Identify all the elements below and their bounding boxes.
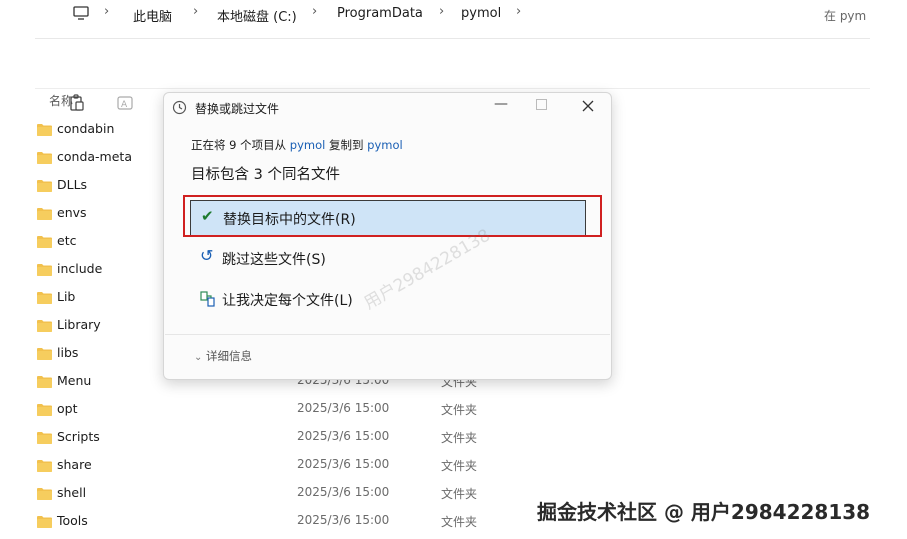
file-row[interactable]: opt 2025/3/6 15:00 文件夹 [35, 397, 635, 425]
folder-icon [37, 376, 52, 388]
destination-link[interactable]: pymol [367, 138, 403, 152]
folder-icon [37, 432, 52, 444]
file-date: 2025/3/6 15:00 [297, 401, 390, 415]
highlight-box [183, 195, 602, 237]
file-name: Menu [57, 373, 92, 388]
file-row[interactable]: share 2025/3/6 15:00 文件夹 [35, 453, 635, 481]
file-type: 文件夹 [441, 487, 478, 501]
file-name: share [57, 457, 92, 472]
dialog-divider [165, 334, 610, 335]
minimize-button[interactable]: — [494, 96, 508, 112]
file-name: shell [57, 485, 87, 500]
file-name: include [57, 261, 103, 276]
close-icon[interactable] [582, 100, 594, 112]
file-type: 文件夹 [441, 515, 478, 529]
dialog-heading: 目标包含 3 个同名文件 [191, 167, 340, 183]
file-type: 文件夹 [441, 431, 478, 445]
file-name: libs [57, 345, 79, 360]
folder-icon [37, 404, 52, 416]
info-prefix: 正在将 9 个项目从 [191, 138, 290, 152]
folder-icon [37, 292, 52, 304]
more-details-toggle[interactable]: ⌄ 详细信息 [194, 348, 252, 364]
file-name: Scripts [57, 429, 100, 444]
file-date: 2025/3/6 15:00 [297, 485, 390, 499]
file-name: DLLs [57, 177, 88, 192]
details-label: 详细信息 [206, 349, 253, 363]
file-name: Tools [57, 513, 88, 528]
file-date: 2025/3/6 15:00 [297, 457, 390, 471]
decide-option-label: 让我决定每个文件(L) [222, 293, 353, 309]
file-name: conda-meta [57, 149, 132, 164]
folder-icon [37, 460, 52, 472]
folder-icon [37, 180, 52, 192]
file-row[interactable]: Scripts 2025/3/6 15:00 文件夹 [35, 425, 635, 453]
folder-icon [37, 516, 52, 528]
clock-icon [172, 100, 187, 115]
folder-icon [37, 348, 52, 360]
chevron-down-icon: ⌄ [194, 352, 203, 363]
dialog-title: 替换或跳过文件 [195, 102, 280, 116]
file-date: 2025/3/6 15:00 [297, 429, 390, 443]
file-name: condabin [57, 121, 115, 136]
folder-icon [37, 264, 52, 276]
file-name: envs [57, 205, 87, 220]
file-name: Lib [57, 289, 76, 304]
compare-files-icon [200, 291, 215, 307]
file-date: 2025/3/6 15:00 [297, 513, 390, 527]
file-type: 文件夹 [441, 403, 478, 417]
folder-icon [37, 236, 52, 248]
folder-icon [37, 488, 52, 500]
skip-files-option[interactable]: ↺ 跳过这些文件(S) [190, 241, 584, 275]
source-link[interactable]: pymol [290, 138, 326, 152]
maximize-button[interactable] [536, 99, 547, 110]
info-middle: 复制到 [325, 138, 368, 152]
folder-icon [37, 208, 52, 220]
file-name: etc [57, 233, 77, 248]
corner-watermark: 掘金技术社区 @ 用户2984228138 [537, 500, 871, 524]
file-name: Library [57, 317, 101, 332]
folder-icon [37, 124, 52, 136]
skip-icon: ↺ [200, 246, 214, 265]
folder-icon [37, 320, 52, 332]
file-type: 文件夹 [441, 459, 478, 473]
copy-info: 正在将 9 个项目从 pymol 复制到 pymol [191, 137, 403, 153]
skip-option-label: 跳过这些文件(S) [222, 252, 326, 268]
file-name: opt [57, 401, 78, 416]
folder-icon [37, 152, 52, 164]
